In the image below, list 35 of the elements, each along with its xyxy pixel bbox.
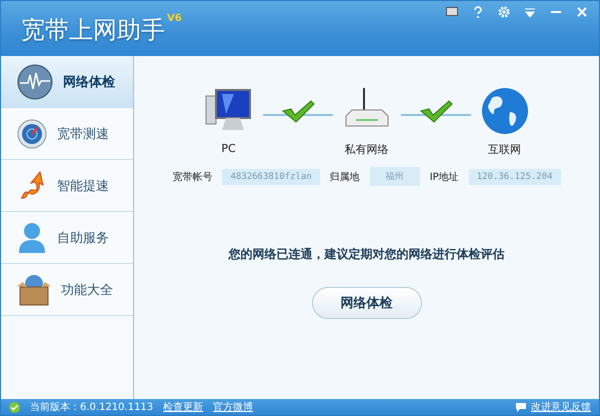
checkmark-icon: [418, 99, 452, 123]
version-label: V6: [167, 13, 182, 24]
help-icon: [474, 6, 482, 18]
check-circle-icon: [9, 402, 20, 412]
checkmark-icon: [280, 99, 314, 123]
info-label: 宽带帐号: [172, 170, 212, 184]
node-label: PC: [221, 142, 236, 155]
pulse-orb-icon: [17, 64, 53, 100]
settings-icon: [498, 6, 510, 18]
sidebar-item-label: 自助服务: [57, 230, 109, 246]
info-label: IP地址: [430, 170, 459, 184]
menu-icon: [525, 8, 535, 16]
sidebar-item-label: 功能大全: [61, 282, 113, 298]
minimize-icon: [551, 11, 561, 13]
box-icon: [17, 274, 51, 306]
sidebar-item-label: 智能提速: [57, 178, 109, 194]
status-message: 您的网络已连通，建议定期对您的网络进行体检评估: [228, 246, 504, 263]
checkup-button[interactable]: 网络体检: [312, 287, 422, 319]
close-icon: [577, 7, 587, 17]
gauge-icon: [17, 118, 47, 148]
info-value: 福州: [370, 167, 420, 186]
node-label: 互联网: [488, 142, 521, 157]
window-title: 宽带上网助手: [21, 15, 165, 46]
info-label: 归属地: [330, 170, 360, 184]
person-icon: [17, 222, 47, 254]
sidebar-item[interactable]: 网络体检: [1, 56, 133, 108]
node-label: 私有网络: [344, 142, 388, 157]
info-value: 4832663810fzlan: [222, 168, 320, 184]
monitor-icon: [446, 7, 458, 17]
info-value: 120.36.125.204: [468, 168, 561, 184]
sidebar-item-label: 宽带测速: [57, 126, 109, 142]
globe-icon: [480, 86, 530, 136]
sidebar-item-label: 网络体检: [63, 74, 115, 90]
speech-bubble-icon: [515, 402, 527, 412]
version-text: 当前版本：6.0.1210.1113: [30, 400, 154, 414]
